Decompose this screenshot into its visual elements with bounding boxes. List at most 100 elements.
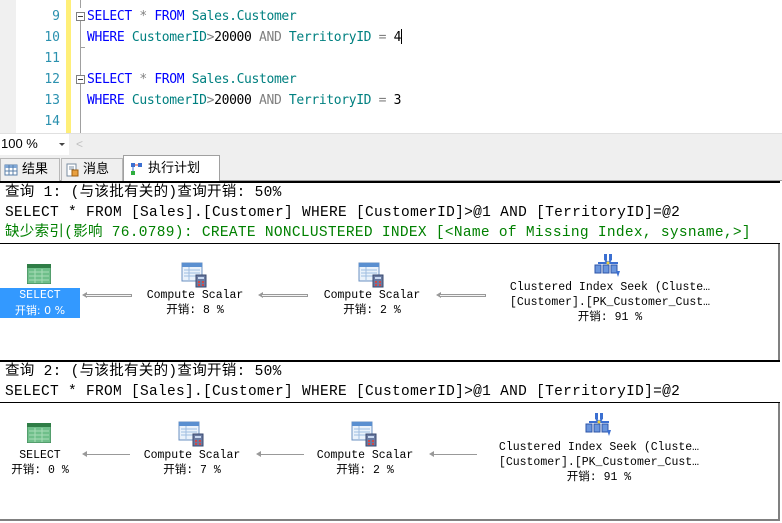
operator-name: SELECT	[19, 449, 61, 462]
code-token: 20000	[214, 93, 252, 108]
code-token: SELECT	[87, 9, 132, 24]
operator-name: Compute Scalar	[146, 289, 244, 302]
data-flow-arrow[interactable]	[429, 451, 477, 457]
line-number: 10	[44, 30, 60, 45]
line-number: 11	[44, 51, 60, 66]
plan-node-select[interactable]: SELECT 开销: 0 %	[0, 288, 80, 318]
code-token: CustomerID	[124, 93, 207, 108]
data-flow-arrow[interactable]	[256, 451, 304, 457]
execution-plan-icon	[130, 162, 144, 176]
compute-scalar-icon[interactable]	[351, 421, 377, 451]
clustered-index-seek-icon[interactable]	[585, 412, 613, 442]
zoom-dropdown[interactable]: 100 %	[0, 134, 69, 155]
text-caret	[401, 29, 403, 44]
execution-plan-pane[interactable]: 查询 1: (与该批有关的)查询开销: 50% SELECT * FROM [S…	[0, 181, 780, 521]
code-line[interactable]: WHERE CustomerID>20000 AND TerritoryID =…	[87, 27, 403, 48]
line-number: 14	[44, 114, 60, 129]
code-token: FROM	[154, 72, 185, 87]
operator-object: [Customer].[PK_Customer_Cust…	[498, 456, 700, 469]
plan-node-compute-scalar[interactable]: Compute Scalar 开销: 8 %	[134, 288, 256, 318]
operator-name: Clustered Index Seek (Cluste…	[509, 281, 711, 294]
collapse-toggle-icon[interactable]	[76, 12, 85, 21]
code-token: Sales.Customer	[184, 72, 297, 87]
operator-name: Compute Scalar	[143, 449, 241, 462]
outline-line	[80, 84, 81, 133]
operator-object: [Customer].[PK_Customer_Cust…	[509, 296, 711, 309]
plan-node-clustered-index-seek[interactable]: Clustered Index Seek (Cluste… [Customer]…	[477, 440, 721, 485]
operator-cost: 开销: 7 %	[163, 464, 221, 477]
code-token: *	[131, 9, 155, 24]
code-token: >	[206, 30, 215, 45]
line-number: 9	[52, 9, 60, 24]
plan-node-compute-scalar[interactable]: Compute Scalar 开销: 2 %	[304, 448, 426, 478]
operator-cost: 开销: 0 %	[14, 304, 66, 317]
collapse-toggle-icon[interactable]	[76, 75, 85, 84]
code-token: WHERE	[87, 30, 125, 45]
operator-name: Compute Scalar	[323, 289, 421, 302]
code-token: Sales.Customer	[184, 9, 297, 24]
tab-execution-plan[interactable]: 执行计划	[123, 155, 220, 182]
chevron-down-icon[interactable]	[59, 143, 65, 146]
data-flow-arrow[interactable]	[82, 292, 132, 298]
editor-margin	[0, 0, 16, 133]
code-token: TerritoryID	[281, 93, 372, 108]
operator-name: Clustered Index Seek (Cluste…	[498, 441, 700, 454]
results-tab-strip: 结果 消息 执行计划	[0, 155, 782, 182]
code-token: >	[206, 93, 215, 108]
data-flow-arrow[interactable]	[258, 292, 308, 298]
line-number: 13	[44, 93, 60, 108]
missing-index-hint[interactable]: 缺少索引(影响 76.0789): CREATE NONCLUSTERED IN…	[0, 223, 780, 243]
query-1-header: 查询 1: (与该批有关的)查询开销: 50% SELECT * FROM [S…	[0, 181, 780, 244]
tab-label: 结果	[22, 162, 49, 177]
change-tracking-bar	[66, 0, 71, 133]
line-number: 12	[44, 72, 60, 87]
query-cost-line: 查询 2: (与该批有关的)查询开销: 50%	[5, 364, 282, 380]
plan-node-compute-scalar[interactable]: Compute Scalar 开销: 7 %	[131, 448, 253, 478]
code-token: *	[131, 72, 155, 87]
plan-node-select[interactable]: SELECT 开销: 0 %	[0, 448, 80, 478]
code-line[interactable]: SELECT * FROM Sales.Customer	[87, 6, 297, 27]
query-cost-line: 查询 1: (与该批有关的)查询开销: 50%	[5, 185, 282, 201]
tab-label: 消息	[83, 162, 110, 177]
select-operator-icon[interactable]	[26, 263, 52, 288]
code-token: SELECT	[87, 72, 132, 87]
code-token: 3	[393, 93, 402, 108]
query-sql-text: SELECT * FROM [Sales].[Customer] WHERE […	[5, 384, 681, 400]
code-line[interactable]: SELECT * FROM Sales.Customer	[87, 69, 297, 90]
code-token: WHERE	[87, 93, 125, 108]
plan-node-compute-scalar[interactable]: Compute Scalar 开销: 2 %	[311, 288, 433, 318]
zoom-value: 100 %	[1, 136, 38, 151]
code-token: =	[371, 30, 394, 45]
scroll-left-icon[interactable]: <	[76, 137, 83, 151]
select-operator-icon[interactable]	[26, 422, 52, 447]
line-number-gutter: 9 10 11 12 13 14	[16, 0, 64, 133]
tab-label: 执行计划	[148, 161, 201, 176]
code-token: AND	[251, 93, 282, 108]
clustered-index-seek-icon[interactable]	[594, 253, 622, 283]
grid-icon	[4, 163, 18, 177]
code-token: 20000	[214, 30, 252, 45]
code-token: CustomerID	[124, 30, 207, 45]
data-flow-arrow[interactable]	[436, 292, 486, 298]
message-icon	[65, 163, 79, 177]
code-line[interactable]: WHERE CustomerID>20000 AND TerritoryID =…	[87, 90, 401, 111]
operator-name: Compute Scalar	[316, 449, 414, 462]
compute-scalar-icon[interactable]	[178, 421, 204, 451]
outline-line	[80, 47, 81, 75]
editor-status-bar: 100 % <	[0, 133, 782, 155]
tab-results[interactable]: 结果	[0, 158, 60, 181]
query-2-header: 查询 2: (与该批有关的)查询开销: 50% SELECT * FROM [S…	[0, 360, 780, 403]
outline-line	[80, 0, 81, 8]
code-token: =	[371, 93, 394, 108]
sql-editor[interactable]: 9 10 11 12 13 14 SELECT * FROM Sales.Cus…	[0, 0, 782, 133]
code-token: FROM	[154, 9, 185, 24]
code-token: TerritoryID	[281, 30, 372, 45]
tab-messages[interactable]: 消息	[61, 158, 123, 181]
outline-line	[80, 21, 81, 47]
operator-cost: 开销: 2 %	[343, 304, 401, 317]
data-flow-arrow[interactable]	[82, 451, 130, 457]
operator-cost: 开销: 91 %	[566, 471, 632, 484]
plan-node-clustered-index-seek[interactable]: Clustered Index Seek (Cluste… [Customer]…	[488, 280, 732, 325]
operator-cost: 开销: 0 %	[11, 464, 69, 477]
code-token: 4	[393, 30, 402, 45]
